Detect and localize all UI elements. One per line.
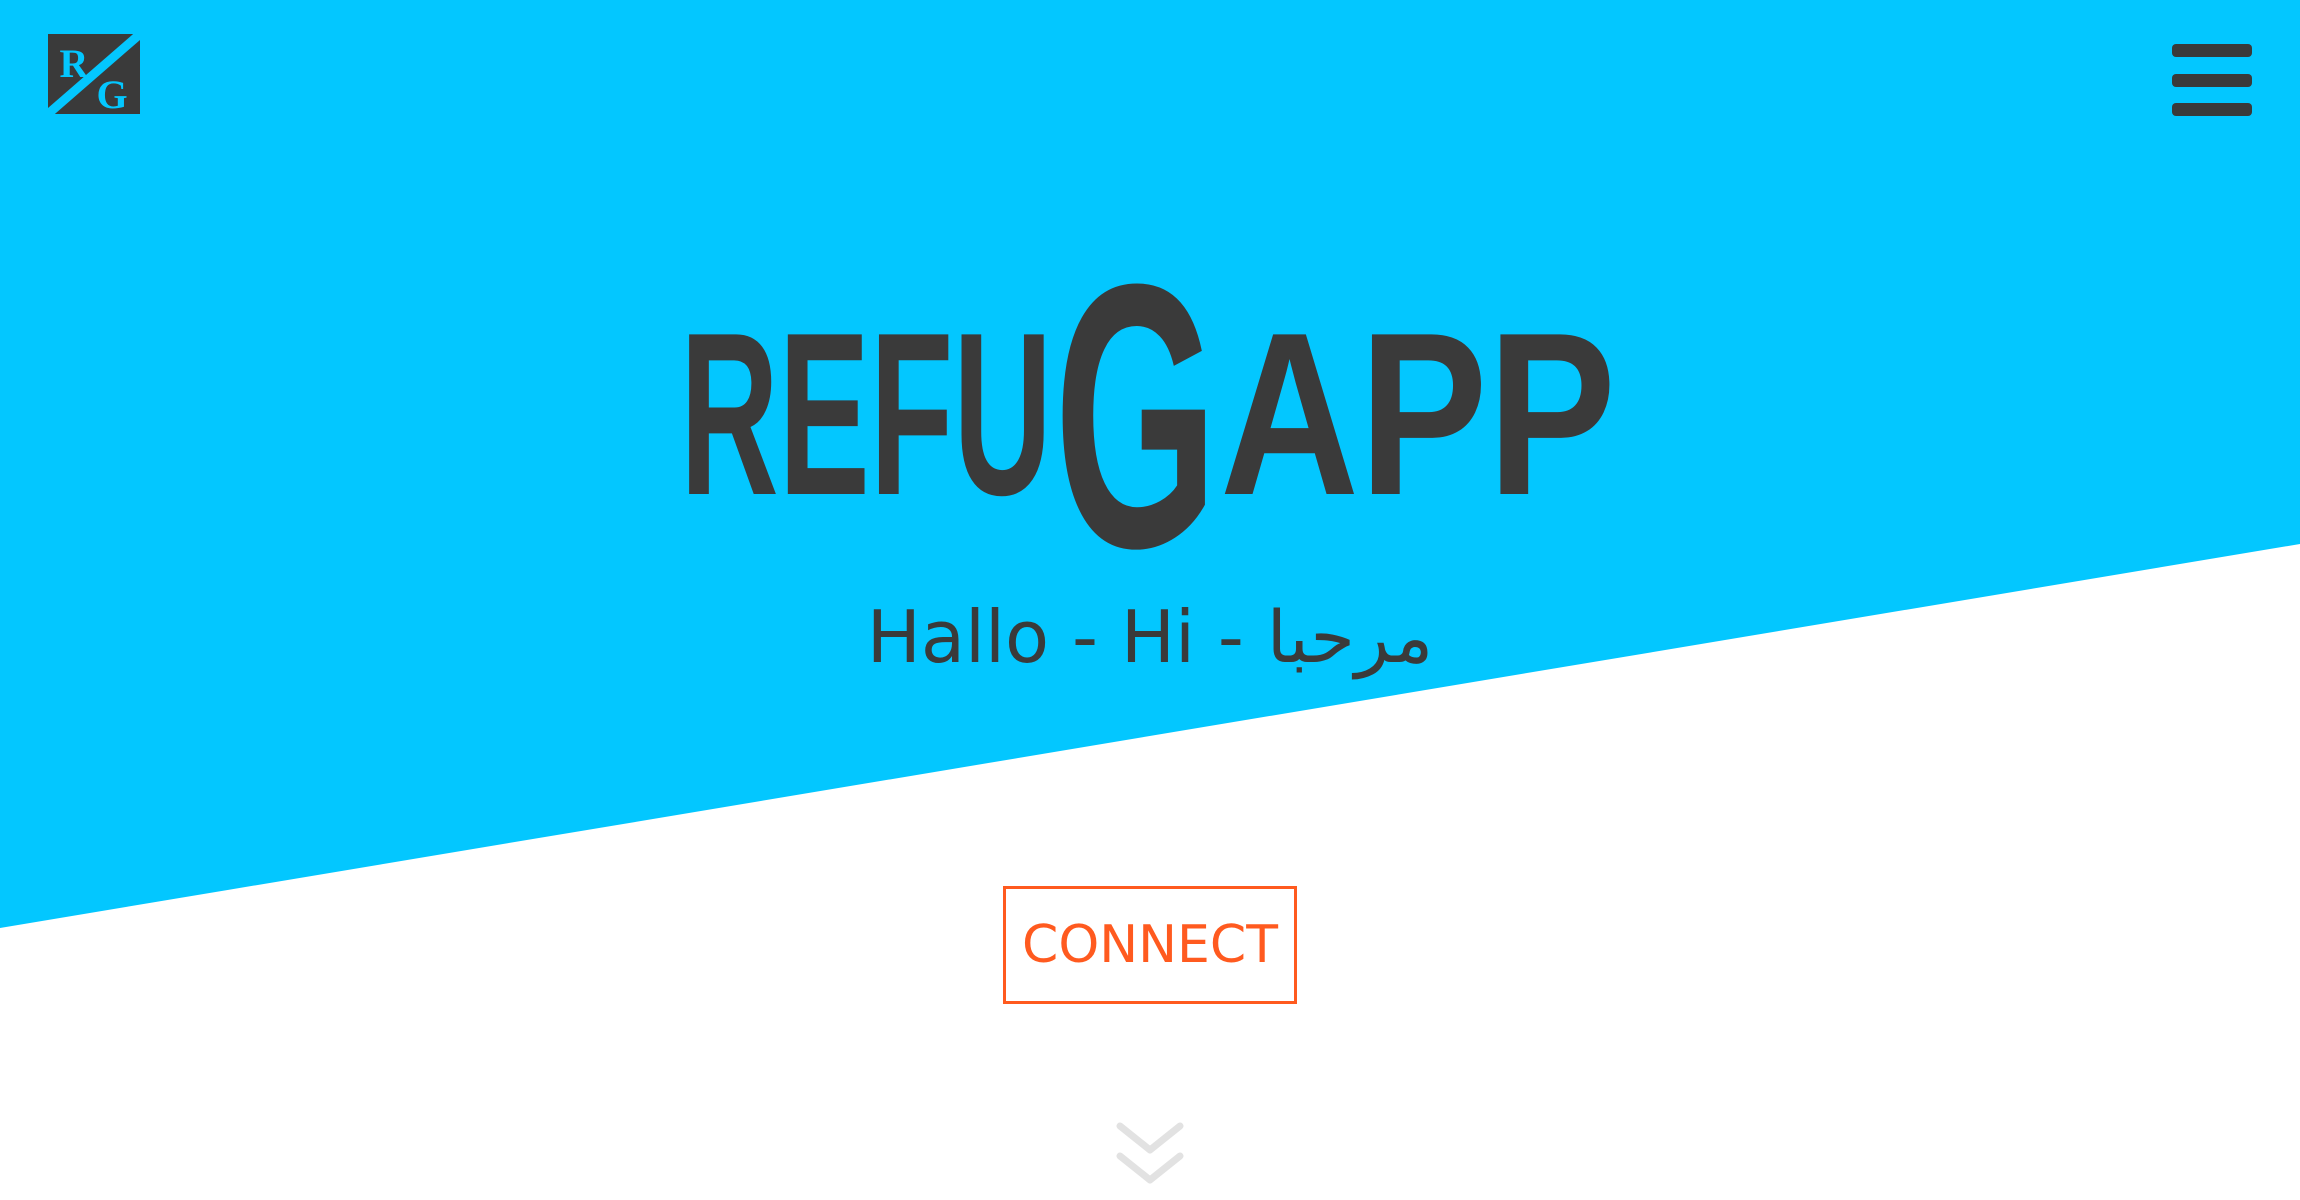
brand-title-left: REFU bbox=[680, 285, 1052, 544]
menu-bar-bottom bbox=[2172, 103, 2252, 116]
logo-letter-r: R bbox=[60, 41, 90, 86]
brand-title: REFU G APP bbox=[680, 262, 1616, 552]
logo-letter-g: G bbox=[96, 72, 127, 114]
brand-title-big-g: G bbox=[1054, 262, 1218, 552]
hamburger-menu-icon[interactable] bbox=[2172, 44, 2252, 116]
brand-title-right: APP bbox=[1220, 285, 1616, 544]
double-chevron-down-icon[interactable] bbox=[1116, 1120, 1184, 1188]
rg-logo-icon[interactable]: R G bbox=[48, 34, 140, 114]
menu-bar-top bbox=[2172, 44, 2252, 57]
connect-button[interactable]: CONNECT bbox=[1003, 886, 1297, 1004]
greeting-text: Hallo - Hi - مرحبا bbox=[866, 595, 1434, 679]
menu-bar-middle bbox=[2172, 73, 2252, 87]
landing-page: R G REFU G APP Hallo - Hi - مرحبا CONNEC… bbox=[0, 0, 2300, 1200]
